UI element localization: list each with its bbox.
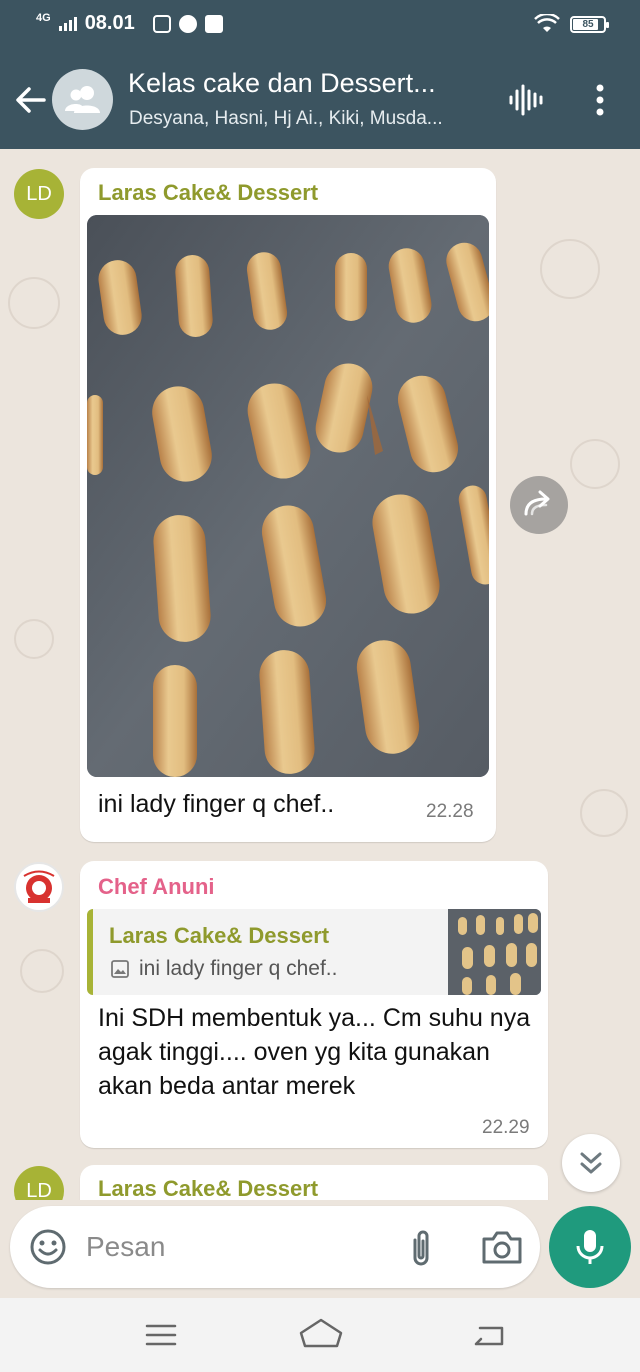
background-doodle	[14, 619, 54, 659]
message-bubble[interactable]: Chef Anuni Ini SDH membentuk ya... Cm su…	[80, 861, 548, 1148]
sender-avatar[interactable]	[14, 862, 64, 912]
quoted-message[interactable]: Laras Cake& Dessert ini lady finger q ch…	[87, 909, 541, 995]
emoji-icon[interactable]	[28, 1227, 68, 1267]
sender-avatar[interactable]: LD	[14, 1166, 64, 1200]
chat-subtitle[interactable]: Desyana, Hasni, Hj Ai., Kiki, Musda...	[129, 108, 481, 130]
status-right: 85	[534, 14, 609, 34]
group-avatar[interactable]	[52, 69, 113, 130]
system-navigation-bar	[0, 1298, 640, 1372]
signal-icon	[58, 16, 77, 31]
quote-sender: Laras Cake& Dessert	[109, 923, 330, 948]
mail-icon	[204, 14, 223, 33]
background-doodle	[20, 949, 64, 993]
quote-text: ini lady finger q chef..	[139, 957, 338, 980]
double-chevron-down-icon	[580, 1152, 602, 1174]
message-text: ini lady finger q chef..	[98, 790, 335, 818]
message-time: 22.29	[482, 1117, 530, 1138]
attach-icon[interactable]	[405, 1228, 437, 1268]
status-left: 4G 08.01	[36, 12, 223, 35]
message-sender[interactable]: Chef Anuni	[98, 874, 215, 900]
voice-chat-icon[interactable]	[506, 82, 546, 118]
sender-avatar[interactable]: LD	[14, 169, 64, 219]
message-photo[interactable]	[87, 215, 489, 777]
forward-icon	[524, 490, 550, 516]
quote-thumbnail	[448, 909, 541, 995]
recent-apps-icon[interactable]	[144, 1320, 178, 1350]
lady-finger-photo	[87, 215, 489, 777]
group-icon	[65, 86, 100, 113]
message-input[interactable]	[86, 1224, 376, 1270]
app-notification-icon	[178, 14, 197, 33]
quote-accent-bar	[87, 909, 93, 995]
back-navigation-icon[interactable]	[470, 1320, 506, 1350]
catering-logo	[23, 870, 55, 903]
chat-title[interactable]: Kelas cake dan Dessert...	[128, 68, 478, 99]
background-doodle	[580, 789, 628, 837]
background-doodle	[570, 439, 620, 489]
message-text: Ini SDH membentuk ya... Cm suhu nya agak…	[98, 1004, 531, 1100]
battery-icon: 85	[570, 15, 609, 33]
message-time: 22.28	[426, 801, 474, 822]
home-icon[interactable]	[298, 1316, 344, 1352]
message-sender[interactable]: Laras Cake& Dessert	[98, 1176, 318, 1200]
microphone-icon	[576, 1230, 604, 1264]
image-icon	[111, 960, 129, 978]
scroll-to-bottom-button[interactable]	[562, 1134, 620, 1192]
message-composer	[10, 1206, 540, 1288]
background-doodle	[8, 277, 60, 329]
instagram-icon	[152, 14, 171, 33]
status-time: 08.01	[84, 12, 135, 34]
forward-button[interactable]	[510, 476, 568, 534]
message-sender[interactable]: Laras Cake& Dessert	[98, 180, 318, 206]
status-bar: 4G 08.01 85	[0, 0, 640, 52]
back-arrow-icon[interactable]	[12, 80, 48, 120]
wifi-icon	[534, 14, 560, 32]
network-type: 4G	[36, 11, 51, 24]
more-options-icon[interactable]	[586, 82, 614, 118]
message-bubble[interactable]: Laras Cake& Dessert	[80, 1165, 548, 1200]
chat-header: Kelas cake dan Dessert... Desyana, Hasni…	[0, 52, 640, 149]
background-doodle	[540, 239, 600, 299]
camera-icon[interactable]	[480, 1228, 524, 1266]
chat-area[interactable]: LD Laras Cake& Dessert ini lady finger q…	[0, 149, 640, 1200]
battery-level: 85	[582, 18, 594, 30]
voice-message-button[interactable]	[549, 1206, 631, 1288]
